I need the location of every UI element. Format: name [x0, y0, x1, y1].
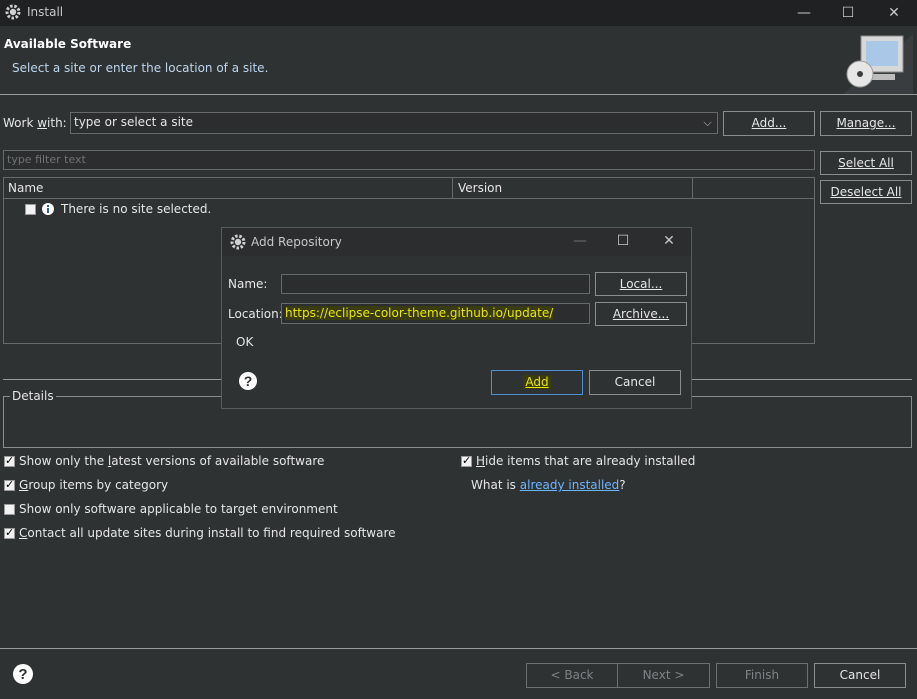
hide-installed-checkbox[interactable]: [461, 454, 472, 467]
back-button[interactable]: < Back: [526, 663, 618, 688]
group-by-category-checkbox[interactable]: [4, 478, 15, 491]
window-title: Install: [27, 5, 64, 19]
archive-button[interactable]: Archive...: [595, 302, 687, 326]
table-row-checkbox[interactable]: [25, 204, 36, 215]
close-button[interactable]: ✕: [882, 3, 906, 23]
table-row-label: There is no site selected.: [61, 202, 212, 216]
column-divider: [452, 178, 453, 199]
help-icon[interactable]: ?: [238, 371, 258, 391]
what-is-installed: What is already installed?: [471, 478, 626, 492]
monitor-cd-icon: [843, 34, 913, 94]
column-header-version[interactable]: Version: [458, 181, 502, 195]
select-all-button[interactable]: Select All: [820, 151, 912, 175]
name-label: Name:: [228, 277, 268, 291]
window-titlebar: [0, 0, 917, 26]
cancel-button[interactable]: Cancel: [814, 663, 906, 688]
contact-sites-checkbox[interactable]: [4, 526, 15, 539]
work-with-value: type or select a site: [74, 115, 194, 129]
page-subtitle: Select a site or enter the location of a…: [12, 61, 269, 75]
location-field[interactable]: https://eclipse-color-theme.github.io/up…: [281, 303, 590, 324]
help-icon[interactable]: ?: [12, 663, 34, 685]
page-title: Available Software: [4, 37, 132, 51]
footer-separator: [0, 648, 917, 649]
details-label: Details: [10, 389, 56, 403]
finish-button[interactable]: Finish: [716, 663, 808, 688]
column-divider: [692, 178, 693, 199]
add-button[interactable]: Add: [491, 370, 583, 395]
local-button[interactable]: Local...: [595, 272, 687, 296]
header-separator: [0, 94, 917, 95]
svg-text:?: ?: [244, 373, 253, 389]
add-site-button[interactable]: Add...: [723, 111, 815, 136]
latest-versions-checkbox[interactable]: [4, 454, 15, 467]
column-header-name[interactable]: Name: [8, 181, 43, 195]
name-field[interactable]: [281, 274, 590, 294]
dialog-minimize-button[interactable]: —: [568, 231, 592, 251]
work-with-label: Work with:: [3, 116, 67, 130]
chevron-down-icon[interactable]: ⌵: [698, 113, 717, 133]
dialog-close-button[interactable]: ✕: [657, 231, 681, 251]
location-value: https://eclipse-color-theme.github.io/up…: [285, 306, 554, 320]
group-by-category-label: Group items by category: [19, 478, 169, 492]
status-message: OK: [236, 335, 254, 349]
latest-versions-label: Show only the latest versions of availab…: [19, 454, 325, 468]
contact-sites-label: Contact all update sites during install …: [19, 526, 396, 540]
svg-text:?: ?: [18, 666, 27, 683]
dialog-maximize-button[interactable]: ☐: [611, 231, 635, 251]
eclipse-gear-icon: [230, 234, 246, 250]
dialog-cancel-button[interactable]: Cancel: [589, 370, 681, 395]
target-env-checkbox[interactable]: [4, 504, 15, 515]
filter-input[interactable]: type filter text: [3, 150, 815, 170]
maximize-button[interactable]: ☐: [836, 3, 860, 23]
manage-sites-button[interactable]: Manage...: [820, 111, 912, 136]
already-installed-link[interactable]: already installed: [520, 478, 620, 492]
deselect-all-button[interactable]: Deselect All: [820, 180, 912, 204]
info-icon: [42, 203, 54, 215]
hide-installed-label: Hide items that are already installed: [476, 454, 696, 468]
target-env-label: Show only software applicable to target …: [19, 502, 338, 516]
dialog-title: Add Repository: [251, 235, 342, 249]
minimize-button[interactable]: —: [792, 3, 816, 23]
location-label: Location:: [228, 307, 283, 321]
work-with-combo[interactable]: type or select a site: [70, 112, 718, 134]
eclipse-gear-icon: [5, 4, 21, 20]
next-button[interactable]: Next >: [617, 663, 710, 688]
